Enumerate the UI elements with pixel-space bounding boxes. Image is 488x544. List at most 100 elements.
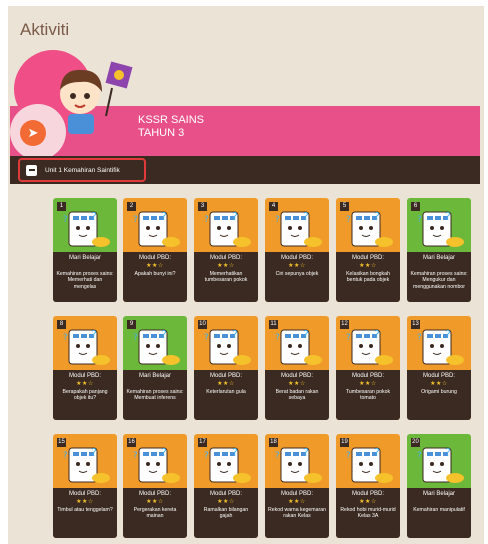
svg-text:?: ? xyxy=(204,215,209,225)
activity-title: Berapakah panjang objek itu? xyxy=(62,389,108,402)
activity-card[interactable]: 13?? Modul PBD: ★★☆ Origami burung xyxy=(407,316,471,420)
activity-caption: Modul PBD: ★★☆ Rekod warna kegemaran rakan… xyxy=(265,488,329,538)
activity-title: Tumbesaran pokok tomato xyxy=(345,389,391,402)
unit-toggle[interactable]: Unit 1 Kemahiran Saintifik xyxy=(18,158,146,182)
svg-text:?: ? xyxy=(445,210,451,223)
svg-text:?: ? xyxy=(91,446,97,459)
activity-card[interactable]: 11?? Modul PBD: ★★☆ Berat badan rakan sebay… xyxy=(265,316,329,420)
activity-type: Modul PBD: xyxy=(422,373,455,379)
svg-text:?: ? xyxy=(161,328,167,341)
activity-illustration: ?? xyxy=(417,210,464,247)
activity-caption: Modul PBD: ★★☆ Pergerakan kereta mainan xyxy=(123,488,187,538)
svg-text:?: ? xyxy=(275,451,280,461)
svg-text:?: ? xyxy=(374,328,380,341)
svg-text:?: ? xyxy=(161,210,167,223)
unit-header-bar: Unit 1 Kemahiran Saintifik xyxy=(10,156,480,184)
svg-text:?: ? xyxy=(346,451,351,461)
activity-type: Modul PBD: xyxy=(351,373,384,379)
activity-card[interactable]: 9?? Mari Belajar Kemahiran proses sains: M… xyxy=(123,316,187,420)
activity-card[interactable]: 10?? Modul PBD: ★★☆ Keterlarutan gula xyxy=(194,316,258,420)
activity-card[interactable]: 17?? Modul PBD: ★★☆ Ramalkan bilangan gajah xyxy=(194,434,258,538)
activity-caption: Mari Belajar Kemahiran proses sains: Meng… xyxy=(407,252,471,302)
svg-text:?: ? xyxy=(445,328,451,341)
activity-type: Modul PBD: xyxy=(209,255,242,261)
activity-title: Kelasikan bongkah bentuk pada objek xyxy=(346,271,390,284)
activity-title: Origami burung xyxy=(421,389,457,395)
activity-card[interactable]: 5?? Modul PBD: ★★☆ Kelasikan bongkah bentuk… xyxy=(336,198,400,302)
activity-type: Modul PBD: xyxy=(209,373,242,379)
svg-text:?: ? xyxy=(232,328,238,341)
svg-text:?: ? xyxy=(232,446,238,459)
svg-text:?: ? xyxy=(374,446,380,459)
activity-title: Pergerakan kereta mainan xyxy=(133,507,177,520)
activity-title: Kemahiran proses sains: Memerhati dan me… xyxy=(56,271,114,290)
svg-text:?: ? xyxy=(91,328,97,341)
activity-card[interactable]: 12?? Modul PBD: ★★☆ Tumbesaran pokok tomato xyxy=(336,316,400,420)
course-banner: ➤ KSSR SAINS TAHUN 3 xyxy=(10,44,480,156)
activity-card[interactable]: 6?? Mari Belajar Kemahiran proses sains: M… xyxy=(407,198,471,302)
activity-type: Modul PBD: xyxy=(138,255,171,261)
activity-stars: ★★☆ xyxy=(359,499,377,505)
svg-text:?: ? xyxy=(204,451,209,461)
svg-text:?: ? xyxy=(63,215,68,225)
activity-card[interactable]: 16?? Modul PBD: ★★☆ Pergerakan kereta maina… xyxy=(123,434,187,538)
activity-illustration: ?? xyxy=(346,446,393,483)
activity-title: Rekod hobi murid-murid Kelas 3A xyxy=(340,507,396,520)
activity-card[interactable]: 18?? Modul PBD: ★★☆ Rekod warna kegemaran r… xyxy=(265,434,329,538)
activity-caption: Modul PBD: ★★☆ Timbul atau tenggelam? xyxy=(53,488,117,538)
activity-caption: Modul PBD: ★★☆ Berat badan rakan sebaya xyxy=(265,370,329,420)
activity-type: Modul PBD: xyxy=(280,255,313,261)
svg-text:?: ? xyxy=(417,215,422,225)
page-title: Aktiviti xyxy=(20,20,70,39)
activity-stars: ★★☆ xyxy=(288,263,306,269)
activity-caption: Modul PBD: ★★☆ Ciri sepunya objek xyxy=(265,252,329,302)
activity-card[interactable]: 20?? Mari Belajar Kemahiran manipulatif xyxy=(407,434,471,538)
activity-caption: Modul PBD: ★★☆ Memerhatikan tumbesaran pok… xyxy=(194,252,258,302)
activity-illustration: ?? xyxy=(275,446,322,483)
activity-type: Mari Belajar xyxy=(422,491,455,497)
activity-stars: ★★☆ xyxy=(217,263,235,269)
activity-caption: Modul PBD: ★★☆ Kelasikan bongkah bentuk pa… xyxy=(336,252,400,302)
activity-card[interactable]: 19?? Modul PBD: ★★☆ Rekod hobi murid-murid … xyxy=(336,434,400,538)
activity-card[interactable]: 8?? Modul PBD: ★★☆ Berapakah panjang objek … xyxy=(53,316,117,420)
svg-text:?: ? xyxy=(63,451,68,461)
activity-title: Ramalkan bilangan gajah xyxy=(203,507,249,520)
svg-text:?: ? xyxy=(445,446,451,459)
activity-caption: Modul PBD: ★★☆ Origami burung xyxy=(407,370,471,420)
activity-title: Berat badan rakan sebaya xyxy=(275,389,319,402)
activity-type: Modul PBD: xyxy=(351,255,384,261)
paper-plane-icon[interactable]: ➤ xyxy=(20,120,46,146)
activity-type: Modul PBD: xyxy=(68,373,101,379)
banner-text: KSSR SAINS TAHUN 3 xyxy=(138,114,204,140)
activity-title: Kemahiran proses sains: Mengukur dan men… xyxy=(410,271,468,290)
svg-text:?: ? xyxy=(204,333,209,343)
activity-card[interactable]: 3?? Modul PBD: ★★☆ Memerhatikan tumbesaran … xyxy=(194,198,258,302)
collapse-minus-icon[interactable] xyxy=(26,164,37,176)
activity-type: Modul PBD: xyxy=(209,491,242,497)
activity-card[interactable]: 2?? Modul PBD: ★★☆ Apakah bunyi ini? xyxy=(123,198,187,302)
activity-illustration: ?? xyxy=(275,210,322,247)
activity-title: Ciri sepunya objek xyxy=(275,271,319,277)
activity-illustration: ?? xyxy=(204,210,251,247)
activity-type: Modul PBD: xyxy=(280,373,313,379)
activity-stars: ★★☆ xyxy=(76,381,94,387)
activity-card[interactable]: 1?? Mari Belajar Kemahiran proses sains: M… xyxy=(53,198,117,302)
svg-text:?: ? xyxy=(374,210,380,223)
activity-title: Rekod warna kegemaran rakan Kelas xyxy=(268,507,326,520)
activity-caption: Mari Belajar Kemahiran proses sains: Memb… xyxy=(123,370,187,420)
activity-stars: ★★☆ xyxy=(288,381,306,387)
svg-text:?: ? xyxy=(303,328,309,341)
activity-type: Modul PBD: xyxy=(280,491,313,497)
activity-title: Keterlarutan gula xyxy=(206,389,246,395)
activity-stars: ★★☆ xyxy=(430,381,448,387)
svg-text:?: ? xyxy=(161,446,167,459)
activity-caption: Modul PBD: ★★☆ Tumbesaran pokok tomato xyxy=(336,370,400,420)
activity-stars: ★★☆ xyxy=(146,263,164,269)
svg-text:?: ? xyxy=(63,333,68,343)
activity-card[interactable]: 4?? Modul PBD: ★★☆ Ciri sepunya objek xyxy=(265,198,329,302)
activity-card[interactable]: 15?? Modul PBD: ★★☆ Timbul atau tenggelam? xyxy=(53,434,117,538)
activity-illustration: ?? xyxy=(204,328,251,365)
activity-caption: Modul PBD: ★★☆ Rekod hobi murid-murid Kela… xyxy=(336,488,400,538)
activity-stars: ★★☆ xyxy=(217,381,235,387)
svg-text:?: ? xyxy=(417,451,422,461)
